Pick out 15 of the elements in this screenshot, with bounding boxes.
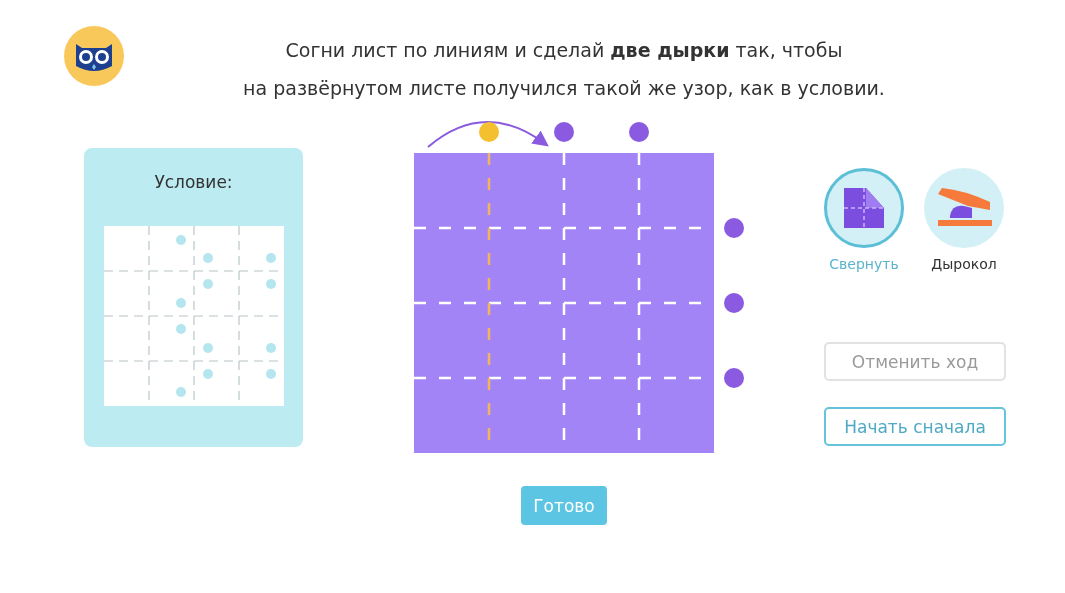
folded-paper-icon: [842, 186, 886, 230]
action-button[interactable]: Начать сначала: [824, 407, 1006, 446]
instruction-text: на развёрнутом листе получился такой же узор, как в условии.: [242, 76, 886, 101]
fold-handle[interactable]: [724, 218, 744, 238]
fold-handle[interactable]: [629, 122, 649, 142]
fold-handle[interactable]: [479, 122, 499, 142]
owl-logo-icon: [64, 26, 124, 86]
done-button[interactable]: Готово: [521, 486, 607, 525]
tool-label: Свернуть: [829, 256, 899, 272]
fold-handle[interactable]: [724, 368, 744, 388]
tool-label: Дырокол: [931, 256, 997, 272]
fold-handle[interactable]: [724, 293, 744, 313]
fold-handle[interactable]: [554, 122, 574, 142]
instruction-text: Согни лист по линиям и сделай две дырки так, чтобы: [284, 38, 844, 63]
condition-title: Условие:: [154, 172, 233, 194]
